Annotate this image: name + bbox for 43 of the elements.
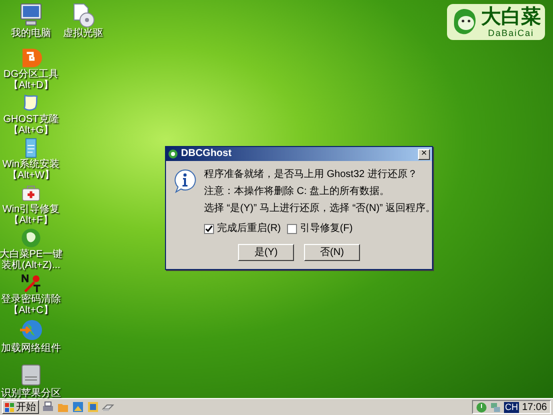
printer-icon[interactable] — [42, 401, 54, 413]
logo-subtitle: DaBaiCai — [488, 28, 534, 38]
shortcut-label: 装机(Alt+Z)... — [2, 260, 60, 271]
checkbox[interactable] — [204, 224, 214, 234]
shortcut-label: 【Alt+W】 — [8, 170, 54, 181]
icon-label[interactable]: 大白菜PE一键 — [0, 249, 63, 260]
computer-icon — [18, 2, 44, 28]
dialog-button[interactable]: 否(N) — [304, 244, 360, 261]
icon-label[interactable]: GHOST克隆 — [3, 114, 59, 125]
shortcut-label: 【Alt+G】 — [8, 125, 54, 136]
icon-label[interactable]: Win系统安装 — [2, 159, 60, 170]
checkbox-label: 完成后重启(R) — [217, 223, 281, 235]
power-icon[interactable] — [476, 402, 487, 412]
shortcut-label: 【Alt+D】 — [8, 80, 54, 91]
clock: 17:06 — [522, 402, 547, 412]
icon-label[interactable]: 虚拟光驱 — [63, 28, 103, 39]
dialog-button[interactable]: 是(Y) — [238, 244, 294, 261]
icon-label[interactable]: 登录密码清除 — [1, 294, 61, 305]
picture-icon[interactable] — [72, 401, 84, 413]
icon-label[interactable]: DG分区工具 — [4, 69, 58, 80]
message-text: 注意：本操作将删除 C: 盘上的所有数据。 — [204, 186, 391, 198]
network-icon[interactable] — [490, 402, 501, 412]
windows-logo-icon — [5, 402, 14, 412]
icon-label[interactable]: 加载网络组件 — [1, 343, 61, 354]
start-button[interactable]: 开始 — [2, 400, 39, 414]
checkbox-label: 引导修复(F) — [300, 223, 353, 235]
icon-label[interactable]: 我的电脑 — [11, 28, 51, 39]
window-title: DBCGhost — [181, 148, 233, 160]
message-text: 选择 “是(Y)” 马上进行还原，选择 “否(N)” 返回程序。 — [204, 203, 436, 215]
checkbox[interactable] — [286, 224, 297, 234]
logo-title: 大白菜 — [481, 6, 541, 28]
check-icon — [205, 225, 213, 233]
app-icon — [168, 149, 178, 159]
icon-label[interactable]: 识别苹果分区 — [1, 388, 61, 399]
message-text: 程序准备就绪，是否马上用 Ghost32 进行还原？ — [204, 169, 418, 181]
info-icon — [174, 169, 196, 193]
language-indicator[interactable]: CH — [504, 402, 519, 412]
image-icon[interactable] — [87, 401, 99, 413]
icon-label[interactable]: Win引导修复 — [2, 204, 60, 215]
shortcut-label: 【Alt+C】 — [8, 305, 54, 316]
globe-icon — [18, 317, 44, 343]
shortcut-label: 【Alt+F】 — [9, 215, 53, 226]
close-button[interactable]: × — [418, 148, 430, 160]
